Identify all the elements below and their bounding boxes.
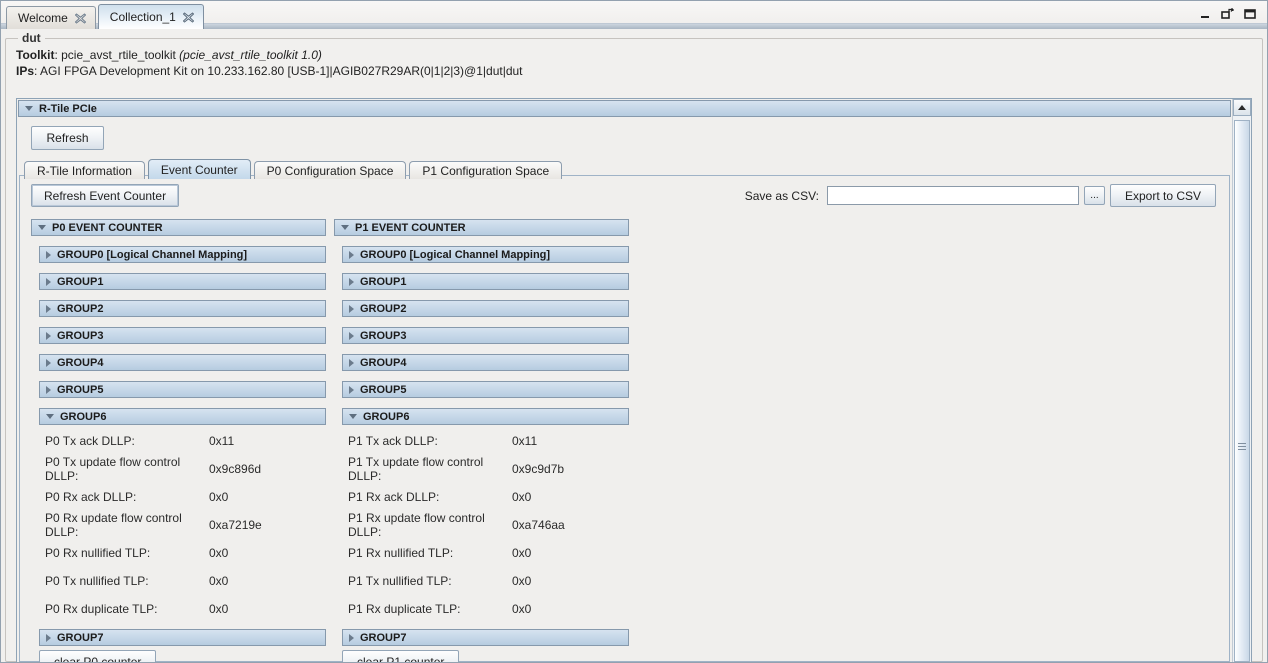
up-arrow-icon xyxy=(1238,105,1246,110)
expand-triangle-icon xyxy=(46,359,51,367)
expand-triangle-icon xyxy=(349,305,354,313)
counter-row: P1 Tx update flow control DLLP:0x9c9d7b xyxy=(334,455,629,483)
tab-welcome[interactable]: Welcome xyxy=(6,6,96,29)
p0-group6-values: P0 Tx ack DLLP:0x11 P0 Tx update flow co… xyxy=(31,427,326,623)
counter-row: P1 Rx nullified TLP:0x0 xyxy=(334,539,629,567)
p1-group3-header[interactable]: GROUP3 xyxy=(342,327,629,344)
expand-triangle-icon xyxy=(349,634,354,642)
expand-triangle-icon xyxy=(349,251,354,259)
ips-line: IPs: AGI FPGA Development Kit on 10.233.… xyxy=(12,63,1256,79)
p1-group0-header[interactable]: GROUP0 [Logical Channel Mapping] xyxy=(342,246,629,263)
counter-row: P0 Rx update flow control DLLP:0xa7219e xyxy=(31,511,326,539)
p0-group0-header[interactable]: GROUP0 [Logical Channel Mapping] xyxy=(39,246,326,263)
p0-group1-header[interactable]: GROUP1 xyxy=(39,273,326,290)
counter-row: P0 Tx update flow control DLLP:0x9c896d xyxy=(31,455,326,483)
p0-event-counter-column: P0 EVENT COUNTER GROUP0 [Logical Channel… xyxy=(31,219,326,662)
expand-triangle-icon xyxy=(46,305,51,313)
vertical-scrollbar[interactable] xyxy=(1232,99,1251,662)
ips-label: IPs xyxy=(16,64,34,78)
counter-row: P0 Tx nullified TLP:0x0 xyxy=(31,567,326,595)
editor-content: dut Toolkit: pcie_avst_rtile_toolkit (pc… xyxy=(1,29,1267,662)
toolkit-label: Toolkit xyxy=(16,48,54,62)
expand-triangle-icon xyxy=(46,386,51,394)
p1-event-counter-column: P1 EVENT COUNTER GROUP0 [Logical Channel… xyxy=(334,219,629,662)
tab-rtile-information[interactable]: R-Tile Information xyxy=(24,161,145,179)
editor-tabbar: Welcome Collection_1 xyxy=(1,1,1267,29)
p1-group4-header[interactable]: GROUP4 xyxy=(342,354,629,371)
counter-row: P0 Rx nullified TLP:0x0 xyxy=(31,539,326,567)
dut-group-title: dut xyxy=(18,31,45,45)
csv-path-input[interactable] xyxy=(827,186,1079,205)
expand-triangle-icon xyxy=(46,278,51,286)
ips-value: : AGI FPGA Development Kit on 10.233.162… xyxy=(34,64,523,78)
counter-row: P1 Rx duplicate TLP:0x0 xyxy=(334,595,629,623)
counter-row: P1 Tx nullified TLP:0x0 xyxy=(334,567,629,595)
counter-row: P0 Rx ack DLLP:0x0 xyxy=(31,483,326,511)
toolkit-version: (pcie_avst_rtile_toolkit 1.0) xyxy=(179,48,322,62)
clear-p1-counter-button[interactable]: clear P1 counter xyxy=(342,650,459,662)
p1-group7-header[interactable]: GROUP7 xyxy=(342,629,629,646)
collapse-triangle-icon xyxy=(46,414,54,419)
export-to-csv-button[interactable]: Export to CSV xyxy=(1110,184,1216,207)
p0-group2-header[interactable]: GROUP2 xyxy=(39,300,326,317)
p1-group6-header[interactable]: GROUP6 xyxy=(342,408,629,425)
close-icon[interactable] xyxy=(75,13,86,24)
tab-event-counter[interactable]: Event Counter xyxy=(148,159,251,179)
tab-p0-configuration-space[interactable]: P0 Configuration Space xyxy=(254,161,407,179)
toolkit-value: : pcie_avst_rtile_toolkit xyxy=(54,48,179,62)
rtile-pcie-section-header[interactable]: R-Tile PCIe xyxy=(18,100,1231,117)
expand-triangle-icon xyxy=(349,278,354,286)
application-window: Welcome Collection_1 dut xyxy=(0,0,1268,663)
save-csv-row: Save as CSV: ... Export to CSV xyxy=(745,184,1216,207)
rtile-pcie-panel: R-Tile PCIe Refresh R-Tile Information E… xyxy=(16,98,1252,663)
tab-label: Collection_1 xyxy=(110,10,176,24)
expand-triangle-icon xyxy=(349,332,354,340)
p0-group3-header[interactable]: GROUP3 xyxy=(39,327,326,344)
counter-row: P0 Tx ack DLLP:0x11 xyxy=(31,427,326,455)
p0-group6-header[interactable]: GROUP6 xyxy=(39,408,326,425)
collapse-triangle-icon xyxy=(38,225,46,230)
p0-event-counter-header[interactable]: P0 EVENT COUNTER xyxy=(31,219,326,236)
collapse-triangle-icon xyxy=(25,106,33,111)
minimize-icon[interactable] xyxy=(1200,9,1211,23)
counter-row: P0 Rx duplicate TLP:0x0 xyxy=(31,595,326,623)
scrollbar-thumb[interactable] xyxy=(1234,120,1250,662)
toolkit-line: Toolkit: pcie_avst_rtile_toolkit (pcie_a… xyxy=(12,47,1256,63)
p0-group7-header[interactable]: GROUP7 xyxy=(39,629,326,646)
collapse-triangle-icon xyxy=(349,414,357,419)
counter-row: P1 Rx ack DLLP:0x0 xyxy=(334,483,629,511)
counter-row: P1 Tx ack DLLP:0x11 xyxy=(334,427,629,455)
expand-triangle-icon xyxy=(349,359,354,367)
expand-triangle-icon xyxy=(46,332,51,340)
tab-label: Welcome xyxy=(18,11,68,25)
rtile-pcie-title: R-Tile PCIe xyxy=(39,103,97,115)
expand-triangle-icon xyxy=(46,251,51,259)
maximize-icon[interactable] xyxy=(1244,9,1257,23)
refresh-event-counter-button[interactable]: Refresh Event Counter xyxy=(31,184,179,207)
p1-event-counter-header[interactable]: P1 EVENT COUNTER xyxy=(334,219,629,236)
expand-triangle-icon xyxy=(46,634,51,642)
clear-p0-counter-button[interactable]: clear P0 counter xyxy=(39,650,156,662)
p0-group5-header[interactable]: GROUP5 xyxy=(39,381,326,398)
rtile-tabs: R-Tile Information Event Counter P0 Conf… xyxy=(18,159,1231,179)
p0-group4-header[interactable]: GROUP4 xyxy=(39,354,326,371)
save-as-csv-label: Save as CSV: xyxy=(745,189,819,203)
restore-icon[interactable] xyxy=(1221,8,1234,23)
browse-button[interactable]: ... xyxy=(1084,186,1105,205)
counter-row: P1 Rx update flow control DLLP:0xa746aa xyxy=(334,511,629,539)
event-counter-tabpanel: Refresh Event Counter Save as CSV: ... E… xyxy=(19,175,1230,662)
p1-group5-header[interactable]: GROUP5 xyxy=(342,381,629,398)
scroll-up-button[interactable] xyxy=(1233,99,1251,116)
p1-group2-header[interactable]: GROUP2 xyxy=(342,300,629,317)
p1-group1-header[interactable]: GROUP1 xyxy=(342,273,629,290)
collapse-triangle-icon xyxy=(341,225,349,230)
refresh-button[interactable]: Refresh xyxy=(31,126,104,150)
close-icon[interactable] xyxy=(183,12,194,23)
p1-group6-values: P1 Tx ack DLLP:0x11 P1 Tx update flow co… xyxy=(334,427,629,623)
tab-collection-1[interactable]: Collection_1 xyxy=(98,4,204,29)
dut-groupbox: dut Toolkit: pcie_avst_rtile_toolkit (pc… xyxy=(5,31,1263,662)
scrollbar-grip-icon xyxy=(1238,443,1246,451)
tab-p1-configuration-space[interactable]: P1 Configuration Space xyxy=(409,161,562,179)
expand-triangle-icon xyxy=(349,386,354,394)
